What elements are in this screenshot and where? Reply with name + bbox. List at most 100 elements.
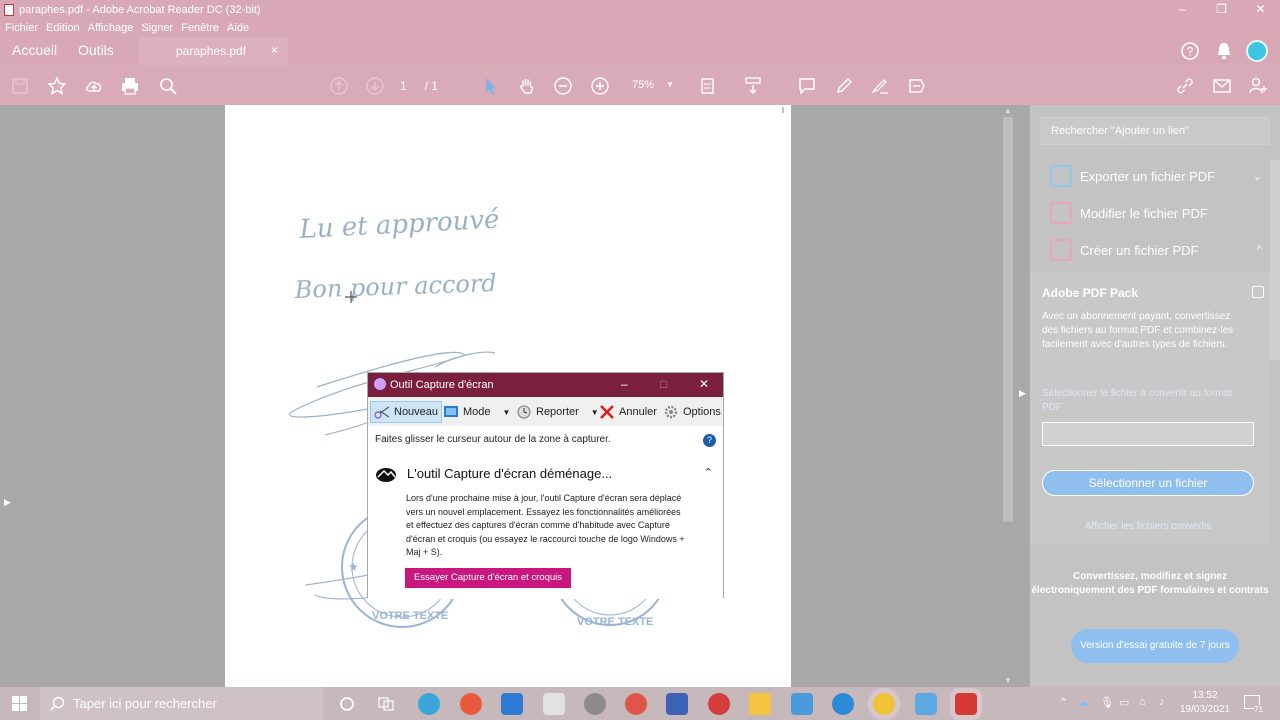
file-explorer-icon[interactable]: [749, 693, 771, 715]
onedrive-icon[interactable]: ☁: [1078, 696, 1089, 709]
close-button[interactable]: ✕: [1241, 0, 1280, 19]
cancel-snip-button[interactable]: Annuler: [599, 401, 657, 423]
bell-icon[interactable]: [1214, 41, 1234, 61]
zoom-level-select[interactable]: 75%: [632, 79, 654, 91]
show-converted-files-link[interactable]: Afficher les fichiers convertis: [1030, 521, 1266, 532]
tab-close-icon[interactable]: ×: [271, 43, 278, 57]
zoom-out-icon[interactable]: [552, 75, 574, 97]
hand-tool-icon[interactable]: [516, 75, 538, 97]
email-icon[interactable]: [1211, 75, 1233, 97]
battery-icon[interactable]: ▭: [1119, 696, 1129, 709]
cortana-icon[interactable]: [339, 696, 355, 712]
menu-edit[interactable]: Edition: [46, 22, 80, 34]
page-indicator[interactable]: 1 / 1: [400, 79, 438, 93]
taskbar-search[interactable]: Taper ici pour rechercher: [40, 687, 323, 720]
teams-icon[interactable]: [666, 693, 688, 715]
task-view-icon[interactable]: [378, 696, 394, 712]
document-scrollbar[interactable]: ▲ ▼: [1000, 105, 1016, 687]
comment-icon[interactable]: [796, 75, 818, 97]
tab-document[interactable]: paraphes.pdf ×: [138, 37, 288, 65]
menu-sign[interactable]: Signer: [141, 22, 173, 34]
help-icon[interactable]: ?: [1180, 41, 1200, 61]
gear-icon: [664, 405, 678, 419]
create-pdf-tool[interactable]: Créer un fichier PDF ^: [1030, 232, 1270, 268]
snip-minimize-button[interactable]: –: [621, 377, 628, 391]
avatar[interactable]: [1246, 40, 1268, 62]
acrobat-taskbar-icon[interactable]: [955, 693, 977, 715]
add-user-icon[interactable]: [1247, 75, 1269, 97]
tools-search-input[interactable]: Rechercher "Ajouter un lien": [1040, 117, 1270, 145]
scrollbar-thumb[interactable]: [1003, 117, 1013, 522]
minimize-button[interactable]: –: [1163, 0, 1202, 19]
network-icon[interactable]: ⌂: [1139, 696, 1146, 708]
select-file-button[interactable]: Sélectionner un fichier: [1042, 470, 1254, 496]
scroll-mode-icon[interactable]: [742, 75, 764, 97]
try-snip-sketch-button[interactable]: Essayer Capture d'écran et croquis: [405, 568, 571, 588]
chrome-app-icon[interactable]: [625, 693, 647, 715]
right-panel-toggle[interactable]: ▶: [1016, 105, 1030, 687]
menu-view[interactable]: Affichage: [88, 22, 134, 34]
menu-file[interactable]: Fichier: [5, 22, 38, 34]
lock-app-icon[interactable]: [584, 693, 606, 715]
cloud-upload-icon[interactable]: [83, 75, 105, 97]
snipping-tool-titlebar[interactable]: Outil Capture d'écran – □ ✕: [368, 373, 723, 397]
print-icon[interactable]: [119, 75, 141, 97]
file-input[interactable]: [1042, 422, 1254, 446]
microphone-icon[interactable]: 🎙: [1100, 696, 1114, 709]
photos-icon[interactable]: [915, 693, 937, 715]
page-up-icon[interactable]: [328, 75, 350, 97]
mode-button[interactable]: Mode ▼: [443, 401, 510, 423]
save-icon[interactable]: [9, 75, 31, 97]
new-snip-button[interactable]: Nouveau: [370, 401, 443, 423]
edit-pdf-tool[interactable]: Modifier le fichier PDF: [1030, 195, 1270, 231]
tab-tools[interactable]: Outils: [78, 42, 114, 58]
zoom-search-icon[interactable]: [157, 75, 179, 97]
share-link-icon[interactable]: [1174, 75, 1196, 97]
scroll-down-icon[interactable]: ▼: [1004, 676, 1012, 685]
zoom-in-icon[interactable]: [589, 75, 611, 97]
chrome-browser-icon[interactable]: [873, 693, 895, 715]
snipping-tool-taskbar-icon[interactable]: [543, 693, 565, 715]
select-cursor-icon[interactable]: [479, 75, 501, 97]
free-trial-button[interactable]: Version d'essai gratuite de 7 jours: [1071, 629, 1239, 663]
right-panel-toggle-icon[interactable]: ▶: [1019, 388, 1026, 399]
zoom-dropdown-chevron-icon[interactable]: ▼: [666, 80, 674, 89]
fit-page-icon[interactable]: [698, 75, 720, 97]
left-panel-toggle-icon[interactable]: ▶: [4, 497, 11, 508]
send-for-signature-icon[interactable]: [906, 75, 928, 97]
options-button[interactable]: Options: [663, 401, 721, 423]
edge-browser-icon[interactable]: [418, 693, 440, 715]
tab-home[interactable]: Accueil: [12, 42, 57, 58]
chevron-up-icon[interactable]: ^: [1257, 244, 1262, 256]
mode-dropdown-icon[interactable]: ▼: [503, 408, 511, 417]
pen-app-icon[interactable]: [791, 693, 813, 715]
volume-icon[interactable]: ♪: [1159, 696, 1165, 708]
tray-expand-icon[interactable]: ⌃: [1059, 696, 1068, 709]
page-down-icon[interactable]: [364, 75, 386, 97]
menu-help[interactable]: Aide: [227, 22, 249, 34]
stamp-left-text: VOTRE TEXTE: [372, 610, 448, 622]
sign-icon[interactable]: [869, 75, 891, 97]
outlook-icon[interactable]: [501, 693, 523, 715]
maximize-button[interactable]: ❐: [1202, 0, 1241, 19]
windows-start-icon[interactable]: [12, 696, 27, 711]
mode-icon: [444, 406, 458, 417]
delay-button[interactable]: Reporter ▼: [516, 401, 599, 423]
tools-pane-scrollbar[interactable]: [1270, 160, 1280, 360]
clock[interactable]: 13:52 19/03/2021: [1180, 689, 1230, 717]
scroll-up-icon[interactable]: ▲: [1004, 106, 1012, 115]
collapse-chevron-icon[interactable]: ⌃: [704, 466, 713, 479]
opera-icon[interactable]: [460, 693, 482, 715]
menu-window[interactable]: Fenêtre: [181, 22, 219, 34]
star-icon[interactable]: [46, 75, 68, 97]
delay-dropdown-icon[interactable]: ▼: [591, 408, 599, 417]
snip-maximize-button[interactable]: □: [660, 377, 667, 391]
chevron-down-icon[interactable]: ⌄: [1253, 170, 1262, 183]
help-icon[interactable]: ?: [703, 434, 716, 447]
export-pdf-tool[interactable]: Exporter un fichier PDF ⌄: [1030, 158, 1270, 194]
snip-close-button[interactable]: ✕: [699, 377, 709, 391]
pen-icon[interactable]: [833, 75, 855, 97]
vivaldi-icon[interactable]: [708, 693, 730, 715]
page-current[interactable]: 1: [400, 79, 407, 93]
zoom-app-icon[interactable]: [832, 693, 854, 715]
